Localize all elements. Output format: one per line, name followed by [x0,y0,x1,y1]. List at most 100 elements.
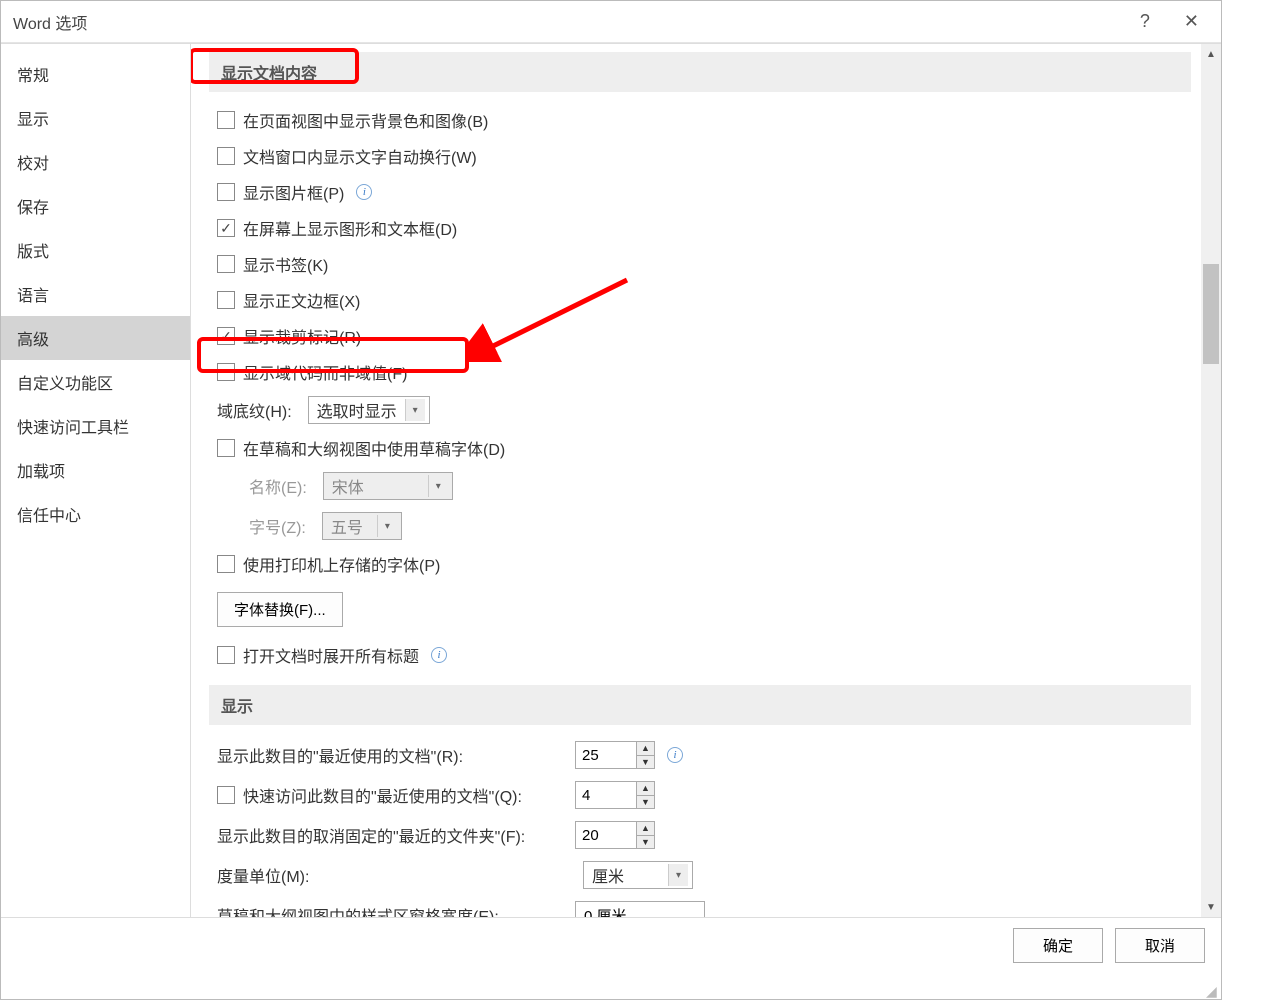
close-icon[interactable]: ✕ [1174,7,1209,36]
opt-wrap: 文档窗口内显示文字自动换行(W) [209,138,1191,174]
spin-down-icon[interactable]: ▼ [637,756,654,769]
spin-up-icon[interactable]: ▲ [637,742,654,756]
sidebar-item-qat[interactable]: 快速访问工具栏 [1,404,190,448]
info-icon[interactable] [431,647,447,663]
input-style-width[interactable] [575,901,705,917]
select-field-shade-value: 选取时显示 [317,398,397,422]
sidebar: 常规 显示 校对 保存 版式 语言 高级 自定义功能区 快速访问工具栏 加载项 … [1,44,191,917]
opt-style-width: 草稿和大纲视图中的样式区窗格宽度(E): [209,895,1191,917]
sidebar-item-layout[interactable]: 版式 [1,228,190,272]
scroll-area: 显示文档内容 在页面视图中显示背景色和图像(B) 文档窗口内显示文字自动换行(W… [191,44,1201,917]
checkbox-printer-font[interactable] [217,555,235,573]
chevron-down-icon: ▾ [428,475,448,497]
opt-draw-text: 在屏幕上显示图形和文本框(D) [209,210,1191,246]
scroll-down-arrow-icon[interactable]: ▼ [1201,897,1221,917]
checkbox-bookmark[interactable] [217,255,235,273]
resize-grip-icon[interactable]: ◢ [1206,984,1220,998]
opt-crop: 显示裁剪标记(R) [209,318,1191,354]
opt-quick-recent: 快速访问此数目的"最近使用的文档"(Q): ▲▼ [209,775,1191,815]
select-unit[interactable]: 厘米 ▾ [583,861,693,889]
spinner-quick-recent[interactable]: ▲▼ [575,781,655,809]
spin-down-icon[interactable]: ▼ [637,836,654,849]
checkbox-wrap[interactable] [217,147,235,165]
ok-button[interactable]: 确定 [1013,928,1103,963]
info-icon[interactable] [667,747,683,763]
sidebar-item-save[interactable]: 保存 [1,184,190,228]
opt-pic-frame: 显示图片框(P) [209,174,1191,210]
sidebar-item-advanced[interactable]: 高级 [1,316,190,360]
select-font-name: 宋体 ▾ [323,472,453,500]
dialog-body: 常规 显示 校对 保存 版式 语言 高级 自定义功能区 快速访问工具栏 加载项 … [1,43,1221,917]
input-pinned-folders[interactable] [576,822,636,848]
spin-up-icon[interactable]: ▲ [637,782,654,796]
label-draft-font: 在草稿和大纲视图中使用草稿字体(D) [243,436,505,460]
input-recent-docs[interactable] [576,742,636,768]
spin-up-icon[interactable]: ▲ [637,822,654,836]
scrollbar-thumb[interactable] [1203,264,1219,364]
sidebar-item-display[interactable]: 显示 [1,96,190,140]
scroll-up-arrow-icon[interactable]: ▲ [1201,44,1221,64]
chevron-down-icon: ▾ [668,864,688,886]
select-font-size-value: 五号 [331,514,363,538]
section-header-display: 显示 [209,685,1191,725]
cancel-button[interactable]: 取消 [1115,928,1205,963]
label-font-name: 名称(E): [249,474,307,498]
label-bg-image: 在页面视图中显示背景色和图像(B) [243,108,488,132]
label-unit: 度量单位(M): [217,863,567,887]
input-quick-recent[interactable] [576,782,636,808]
checkbox-quick-recent[interactable] [217,786,235,804]
sidebar-item-custom-ribbon[interactable]: 自定义功能区 [1,360,190,404]
sidebar-item-proof[interactable]: 校对 [1,140,190,184]
opt-expand-head: 打开文档时展开所有标题 [209,637,1191,673]
label-printer-font: 使用打印机上存储的字体(P) [243,552,440,576]
opt-unit: 度量单位(M): 厘米 ▾ [209,855,1191,895]
opt-recent-docs: 显示此数目的"最近使用的文档"(R): ▲▼ [209,735,1191,775]
sidebar-item-addins[interactable]: 加载项 [1,448,190,492]
help-icon[interactable]: ? [1140,11,1150,32]
label-recent-docs: 显示此数目的"最近使用的文档"(R): [217,743,567,767]
opt-pinned-folders: 显示此数目的取消固定的"最近的文件夹"(F): ▲▼ [209,815,1191,855]
font-substitution-button[interactable]: 字体替换(F)... [217,592,343,627]
titlebar: Word 选项 ? ✕ [1,1,1221,43]
label-border: 显示正文边框(X) [243,288,360,312]
chevron-down-icon: ▾ [405,399,425,421]
info-icon[interactable] [356,184,372,200]
chevron-down-icon: ▾ [377,515,397,537]
label-pic-frame: 显示图片框(P) [243,180,344,204]
checkbox-bg-image[interactable] [217,111,235,129]
label-bookmark: 显示书签(K) [243,252,328,276]
opt-field-code: 显示域代码而非域值(F) [209,354,1191,390]
opt-draft-font: 在草稿和大纲视图中使用草稿字体(D) [209,430,1191,466]
opt-bg-image: 在页面视图中显示背景色和图像(B) [209,102,1191,138]
spin-down-icon[interactable]: ▼ [637,796,654,809]
checkbox-crop[interactable] [217,327,235,345]
select-field-shade[interactable]: 选取时显示 ▾ [308,396,430,424]
checkbox-border[interactable] [217,291,235,309]
section-header-show-content: 显示文档内容 [209,52,1191,92]
checkbox-draw-text[interactable] [217,219,235,237]
spinner-recent-docs[interactable]: ▲▼ [575,741,655,769]
label-font-size: 字号(Z): [249,514,306,538]
word-options-dialog: Word 选项 ? ✕ 常规 显示 校对 保存 版式 语言 高级 自定义功能区 … [0,0,1222,1000]
select-font-name-value: 宋体 [332,474,364,498]
checkbox-draft-font[interactable] [217,439,235,457]
label-expand-head: 打开文档时展开所有标题 [243,643,419,667]
label-style-width: 草稿和大纲视图中的样式区窗格宽度(E): [217,903,567,917]
checkbox-expand-head[interactable] [217,646,235,664]
sidebar-item-language[interactable]: 语言 [1,272,190,316]
spinner-pinned-folders[interactable]: ▲▼ [575,821,655,849]
content-pane: 显示文档内容 在页面视图中显示背景色和图像(B) 文档窗口内显示文字自动换行(W… [191,44,1221,917]
window-title: Word 选项 [13,10,1140,34]
scrollbar[interactable]: ▲ ▼ [1201,44,1221,917]
label-draw-text: 在屏幕上显示图形和文本框(D) [243,216,457,240]
label-quick-recent: 快速访问此数目的"最近使用的文档"(Q): [243,783,567,807]
checkbox-pic-frame[interactable] [217,183,235,201]
opt-bookmark: 显示书签(K) [209,246,1191,282]
select-font-size: 五号 ▾ [322,512,402,540]
sidebar-item-trust[interactable]: 信任中心 [1,492,190,536]
opt-printer-font: 使用打印机上存储的字体(P) [209,546,1191,582]
checkbox-field-code[interactable] [217,363,235,381]
opt-field-shade: 域底纹(H): 选取时显示 ▾ [209,390,1191,430]
opt-border: 显示正文边框(X) [209,282,1191,318]
sidebar-item-general[interactable]: 常规 [1,52,190,96]
